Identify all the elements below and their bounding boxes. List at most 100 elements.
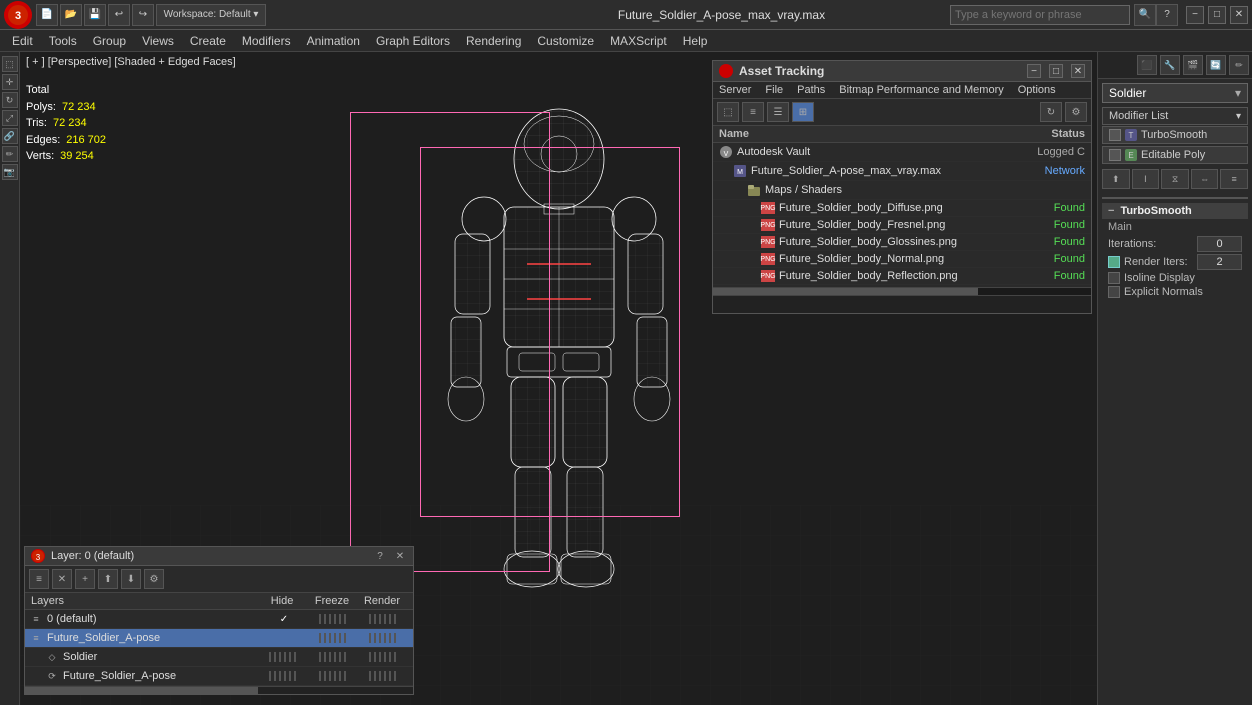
- layers-toolbar: ≡ ✕ + ⬆ ⬇ ⚙: [25, 566, 413, 593]
- mod-btn-2[interactable]: I: [1132, 169, 1160, 189]
- maxfile-icon: M: [733, 164, 747, 178]
- undo-btn[interactable]: ↩: [108, 4, 130, 26]
- layers-move-dn-btn[interactable]: ⬇: [121, 569, 141, 589]
- fresnel-status: Found: [1005, 219, 1085, 231]
- layers-create-btn[interactable]: ≡: [29, 569, 49, 589]
- asset-settings-btn[interactable]: ⚙: [1065, 102, 1087, 122]
- asset-close-btn[interactable]: ✕: [1071, 64, 1085, 78]
- rp-icon-1[interactable]: ⬛: [1137, 55, 1157, 75]
- scale-tool[interactable]: ⤢: [2, 110, 18, 126]
- turbosmooth-checkbox[interactable]: [1109, 129, 1121, 141]
- redo-btn[interactable]: ↪: [132, 4, 154, 26]
- layers-help-btn[interactable]: ?: [373, 549, 387, 563]
- search-input[interactable]: [950, 5, 1130, 25]
- asset-menu-file[interactable]: File: [765, 84, 783, 96]
- paint-tool[interactable]: ✏: [2, 146, 18, 162]
- menu-maxscript[interactable]: MAXScript: [602, 32, 675, 50]
- asset-maximize-btn[interactable]: □: [1049, 64, 1063, 78]
- asset-btn-2[interactable]: ≡: [742, 102, 764, 122]
- layers-settings-btn[interactable]: ⚙: [144, 569, 164, 589]
- workspace-btn[interactable]: Workspace: Default ▾: [156, 4, 266, 26]
- minimize-btn[interactable]: −: [1186, 6, 1204, 24]
- rp-icon-4[interactable]: 🔄: [1206, 55, 1226, 75]
- asset-scrollbar[interactable]: [713, 287, 1091, 295]
- asset-row-reflection[interactable]: PNG Future_Soldier_body_Reflection.png F…: [713, 268, 1091, 285]
- iterations-value[interactable]: 0: [1197, 236, 1242, 252]
- asset-menu-server[interactable]: Server: [719, 84, 751, 96]
- rp-icon-5[interactable]: ✏: [1229, 55, 1249, 75]
- layer-row-soldier-pose[interactable]: ≡ Future_Soldier_A-pose ✓: [25, 629, 413, 648]
- layer-row-apose[interactable]: ⟳ Future_Soldier_A-pose: [25, 667, 413, 686]
- isoline-checkbox[interactable]: [1108, 272, 1120, 284]
- select-tool[interactable]: ⬚: [2, 56, 18, 72]
- layer-row-default[interactable]: ≡ 0 (default) ✓: [25, 610, 413, 629]
- object-name-text: Soldier: [1109, 86, 1146, 100]
- asset-btn-3[interactable]: ☰: [767, 102, 789, 122]
- layers-close-btn[interactable]: ✕: [393, 549, 407, 563]
- layers-delete-btn[interactable]: ✕: [52, 569, 72, 589]
- explicit-checkbox[interactable]: [1108, 286, 1120, 298]
- object-name-arrow: ▾: [1235, 86, 1241, 100]
- asset-row-glossines[interactable]: PNG Future_Soldier_body_Glossines.png Fo…: [713, 234, 1091, 251]
- search-icon[interactable]: 🔍: [1134, 4, 1156, 26]
- mod-btn-4[interactable]: ⇔: [1191, 169, 1219, 189]
- asset-row-diffuse[interactable]: PNG Future_Soldier_body_Diffuse.png Foun…: [713, 200, 1091, 217]
- menu-animation[interactable]: Animation: [299, 32, 368, 50]
- camera-tool[interactable]: 📷: [2, 164, 18, 180]
- menu-modifiers[interactable]: Modifiers: [234, 32, 299, 50]
- asset-row-vault[interactable]: V Autodesk Vault Logged C: [713, 143, 1091, 162]
- mod-btn-5[interactable]: ≡: [1220, 169, 1248, 189]
- maximize-btn[interactable]: □: [1208, 6, 1226, 24]
- layers-move-up-btn[interactable]: ⬆: [98, 569, 118, 589]
- new-btn[interactable]: 📄: [36, 4, 58, 26]
- rp-icon-3[interactable]: 🎬: [1183, 55, 1203, 75]
- menu-rendering[interactable]: Rendering: [458, 32, 529, 50]
- asset-row-fresnel[interactable]: PNG Future_Soldier_body_Fresnel.png Foun…: [713, 217, 1091, 234]
- rotate-tool[interactable]: ↻: [2, 92, 18, 108]
- asset-btn-1[interactable]: ⬚: [717, 102, 739, 122]
- asset-menu-paths[interactable]: Paths: [797, 84, 825, 96]
- menu-graph-editors[interactable]: Graph Editors: [368, 32, 458, 50]
- mod-btn-1[interactable]: ⬆: [1102, 169, 1130, 189]
- move-tool[interactable]: ✛: [2, 74, 18, 90]
- asset-menu-bitmap[interactable]: Bitmap Performance and Memory: [839, 84, 1003, 96]
- link-tool[interactable]: 🔗: [2, 128, 18, 144]
- menu-customize[interactable]: Customize: [529, 32, 602, 50]
- asset-refresh-btn[interactable]: ↻: [1040, 102, 1062, 122]
- asset-minimize-btn[interactable]: −: [1027, 64, 1041, 78]
- rp-icon-2[interactable]: 🔧: [1160, 55, 1180, 75]
- modifier-turbosmooth[interactable]: T TurboSmooth: [1102, 126, 1248, 144]
- diffuse-name: Future_Soldier_body_Diffuse.png: [779, 202, 1005, 214]
- hide-col: [259, 671, 309, 681]
- menu-help[interactable]: Help: [675, 32, 716, 50]
- layers-scrollbar[interactable]: [25, 686, 413, 694]
- render-iters-value[interactable]: 2: [1197, 254, 1242, 270]
- layer-icon: ≡: [29, 631, 43, 645]
- close-btn[interactable]: ✕: [1230, 6, 1248, 24]
- asset-row-maps[interactable]: Maps / Shaders: [713, 181, 1091, 200]
- asset-btn-4[interactable]: ⊞: [792, 102, 814, 122]
- save-btn[interactable]: 💾: [84, 4, 106, 26]
- open-btn[interactable]: 📂: [60, 4, 82, 26]
- help-icon[interactable]: ?: [1156, 4, 1178, 26]
- layer-row-soldier[interactable]: ◇ Soldier: [25, 648, 413, 667]
- render-iters-checkbox[interactable]: [1108, 256, 1120, 268]
- modifier-list-label[interactable]: Modifier List ▾: [1102, 107, 1248, 125]
- asset-row-maxfile[interactable]: M Future_Soldier_A-pose_max_vray.max Net…: [713, 162, 1091, 181]
- modifier-list-text: Modifier List: [1109, 110, 1168, 122]
- layer-name: Soldier: [63, 651, 259, 663]
- menu-views[interactable]: Views: [134, 32, 182, 50]
- layers-scrollbar-thumb[interactable]: [25, 687, 258, 695]
- asset-menu-options[interactable]: Options: [1018, 84, 1056, 96]
- menu-group[interactable]: Group: [85, 32, 134, 50]
- menu-edit[interactable]: Edit: [4, 32, 41, 50]
- asset-row-normal[interactable]: PNG Future_Soldier_body_Normal.png Found: [713, 251, 1091, 268]
- verts-value: 39 254: [60, 148, 94, 165]
- asset-input-bar: [713, 295, 1091, 313]
- menu-tools[interactable]: Tools: [41, 32, 85, 50]
- modifier-editable-poly[interactable]: E Editable Poly: [1102, 146, 1248, 164]
- mod-btn-3[interactable]: ⧖: [1161, 169, 1189, 189]
- menu-create[interactable]: Create: [182, 32, 234, 50]
- editablepoly-checkbox[interactable]: [1109, 149, 1121, 161]
- layers-add-btn[interactable]: +: [75, 569, 95, 589]
